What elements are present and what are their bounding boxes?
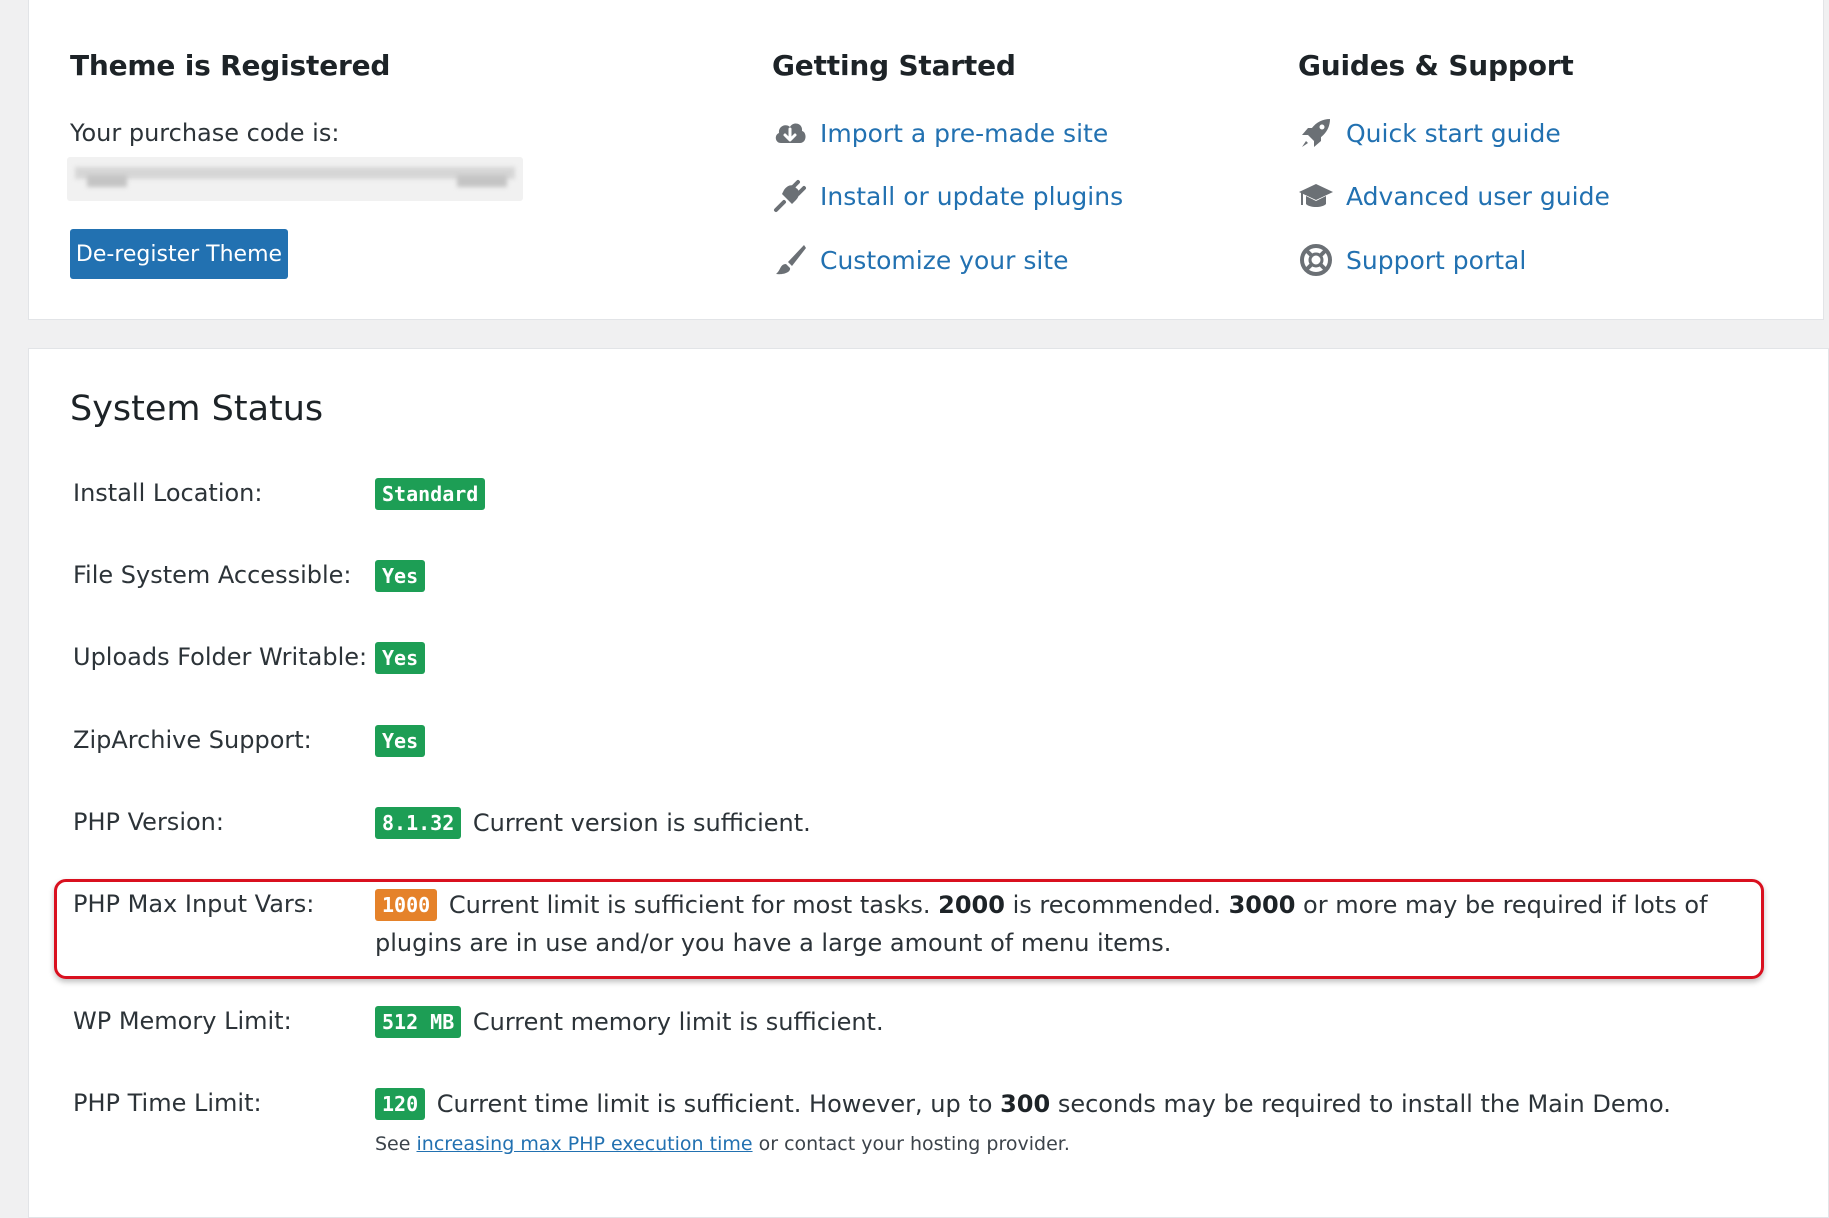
status-text: Current time limit is sufficient. Howeve… xyxy=(436,1090,993,1118)
status-bold-value: 300 xyxy=(1000,1090,1051,1118)
link-label[interactable]: Support portal xyxy=(1346,246,1526,275)
execution-time-link[interactable]: increasing max PHP execution time xyxy=(417,1133,753,1155)
status-badge: Yes xyxy=(375,725,426,757)
status-bold-value: 3000 xyxy=(1228,891,1296,919)
status-badge: Standard xyxy=(375,478,486,510)
link-label[interactable]: Advanced user guide xyxy=(1346,182,1610,211)
plug-icon xyxy=(774,180,806,212)
row-value-ziparchive: Yes xyxy=(375,722,1775,760)
row-label-php-version: PHP Version: xyxy=(73,808,224,836)
status-bold-value: 2000 xyxy=(938,891,1005,919)
rocket-icon xyxy=(1302,119,1330,147)
row-value-install-location: Standard xyxy=(375,475,1775,513)
link-support-portal[interactable]: Support portal xyxy=(1298,242,1526,278)
row-value-file-system: Yes xyxy=(375,557,1775,595)
row-value-php-time-limit: 120 Current time limit is sufficient. Ho… xyxy=(375,1085,1775,1159)
status-badge: 120 xyxy=(375,1088,426,1120)
link-import-site[interactable]: Import a pre-made site xyxy=(772,115,1108,151)
link-customize-site[interactable]: Customize your site xyxy=(772,242,1069,278)
note-suffix: or contact your hosting provider. xyxy=(758,1133,1070,1155)
row-label-file-system: File System Accessible: xyxy=(73,561,352,589)
row-label-wp-memory: WP Memory Limit: xyxy=(73,1007,292,1035)
lifebuoy-icon xyxy=(1300,244,1332,276)
status-badge-warning: 1000 xyxy=(375,889,438,921)
purchase-code-field xyxy=(67,157,523,201)
row-label-php-time-limit: PHP Time Limit: xyxy=(73,1089,262,1117)
link-quick-start[interactable]: Quick start guide xyxy=(1298,115,1561,151)
system-status-title: System Status xyxy=(70,389,324,429)
graduation-cap-icon xyxy=(1299,184,1333,207)
status-badge: 512 MB xyxy=(375,1006,462,1038)
status-badge: Yes xyxy=(375,642,426,674)
link-label[interactable]: Customize your site xyxy=(820,246,1069,275)
note-prefix: See xyxy=(375,1133,411,1155)
row-label-max-input-vars: PHP Max Input Vars: xyxy=(73,890,315,918)
link-label[interactable]: Install or update plugins xyxy=(820,182,1123,211)
deregister-theme-button[interactable]: De-register Theme xyxy=(70,229,288,279)
theme-registration-card: Theme is Registered Your purchase code i… xyxy=(28,0,1824,320)
status-text: Current limit is sufficient for most tas… xyxy=(448,891,931,919)
purchase-code-label: Your purchase code is: xyxy=(70,119,340,147)
status-badge: Yes xyxy=(375,560,426,592)
status-text: Current memory limit is sufficient. xyxy=(472,1008,884,1036)
link-install-plugins[interactable]: Install or update plugins xyxy=(772,178,1123,214)
registration-title: Theme is Registered xyxy=(70,49,391,82)
row-label-install-location: Install Location: xyxy=(73,479,263,507)
status-badge: 8.1.32 xyxy=(375,807,462,839)
link-label[interactable]: Import a pre-made site xyxy=(820,119,1108,148)
status-text: is recommended. xyxy=(1012,891,1221,919)
row-value-max-input-vars: 1000 Current limit is sufficient for mos… xyxy=(375,886,1775,962)
system-status-card: System Status Install Location: Standard… xyxy=(28,348,1829,1218)
execution-time-note: See increasing max PHP execution time or… xyxy=(375,1129,1775,1159)
row-value-uploads-writable: Yes xyxy=(375,639,1775,677)
row-value-php-version: 8.1.32 Current version is sufficient. xyxy=(375,804,1775,842)
link-advanced-guide[interactable]: Advanced user guide xyxy=(1298,178,1610,214)
paintbrush-icon xyxy=(776,245,806,275)
getting-started-title: Getting Started xyxy=(772,49,1016,82)
row-label-uploads-writable: Uploads Folder Writable: xyxy=(73,643,368,671)
row-label-ziparchive: ZipArchive Support: xyxy=(73,726,312,754)
status-text: Current version is sufficient. xyxy=(472,809,811,837)
status-text: seconds may be required to install the M… xyxy=(1057,1090,1671,1118)
row-value-wp-memory: 512 MB Current memory limit is sufficien… xyxy=(375,1003,1775,1041)
link-label[interactable]: Quick start guide xyxy=(1346,119,1561,148)
cloud-download-icon xyxy=(775,123,806,143)
guides-support-title: Guides & Support xyxy=(1298,49,1574,82)
